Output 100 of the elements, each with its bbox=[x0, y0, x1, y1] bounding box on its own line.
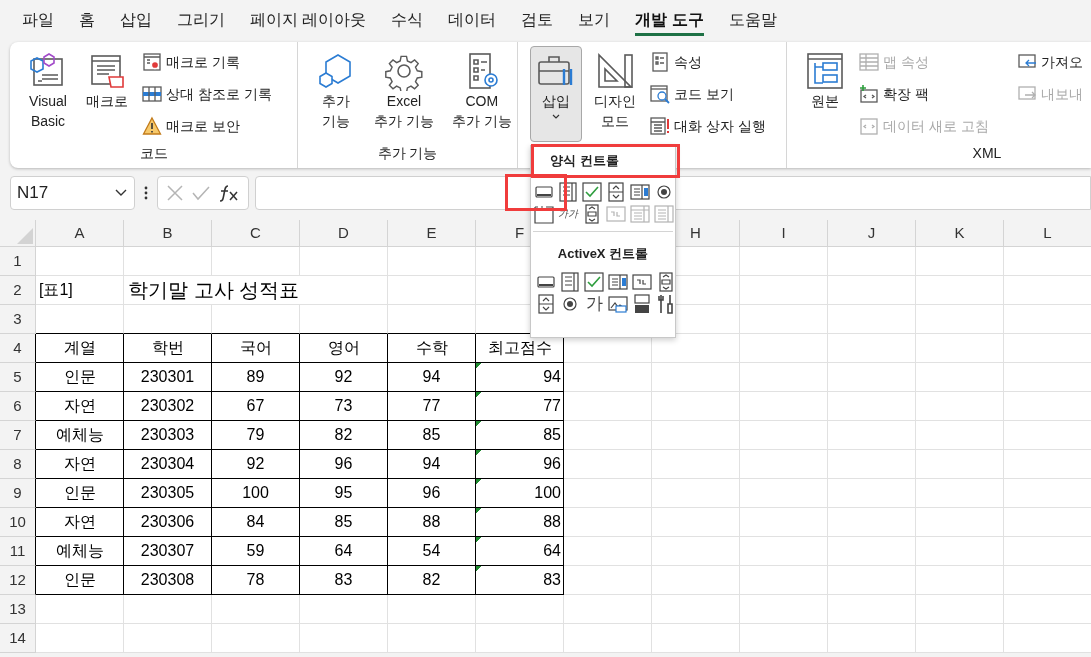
toggle-button-icon[interactable] bbox=[632, 293, 652, 314]
row-header[interactable]: 6 bbox=[0, 392, 36, 421]
ribbon-large-button[interactable]: 추가 기능 bbox=[310, 46, 362, 134]
row-header[interactable]: 1 bbox=[0, 247, 36, 276]
label-cell: [표1] bbox=[36, 276, 124, 305]
column-header[interactable]: L bbox=[1004, 220, 1091, 247]
ribbon-large-button[interactable]: 삽입 bbox=[530, 46, 582, 142]
column-header[interactable]: B bbox=[124, 220, 212, 247]
ribbon-large-button[interactable]: Excel 추가 기능 bbox=[368, 46, 440, 134]
spin-button-icon[interactable] bbox=[536, 293, 556, 314]
row-header[interactable]: 14 bbox=[0, 624, 36, 653]
column-header[interactable]: A bbox=[36, 220, 124, 247]
menu-tab[interactable]: 보기 bbox=[578, 7, 611, 36]
scroll-bar-icon[interactable] bbox=[656, 271, 676, 292]
ribbon-large-button[interactable]: 원본 bbox=[799, 46, 851, 114]
menu-tab[interactable]: 도움말 bbox=[728, 7, 777, 36]
ribbon-small-button[interactable]: 매크로 기록 bbox=[142, 50, 272, 74]
label-control-icon[interactable]: 가 bbox=[585, 295, 603, 312]
menu-tab[interactable]: 데이터 bbox=[448, 7, 497, 36]
function-icon[interactable] bbox=[218, 183, 241, 203]
menu-tab[interactable]: 수식 bbox=[391, 7, 424, 36]
table-cell: 54 bbox=[388, 537, 476, 566]
refresh-data-icon bbox=[859, 116, 879, 136]
row-header[interactable]: 8 bbox=[0, 450, 36, 479]
menu-tab[interactable]: 파일 bbox=[22, 7, 54, 36]
row-header[interactable]: 5 bbox=[0, 363, 36, 392]
row-header[interactable]: 11 bbox=[0, 537, 36, 566]
table-cell: 92 bbox=[300, 363, 388, 392]
expansion-pack-icon bbox=[859, 84, 879, 104]
menu-tab[interactable]: 페이지 레이아웃 bbox=[250, 7, 367, 36]
ribbon-small-button[interactable]: 속성 bbox=[650, 50, 766, 74]
scroll-bar-icon[interactable] bbox=[582, 204, 602, 224]
row-header[interactable]: 3 bbox=[0, 305, 36, 334]
row-header[interactable]: 2 bbox=[0, 276, 36, 305]
menu-tab[interactable]: 삽입 bbox=[120, 7, 152, 36]
sheet-title: 학기말 고사 성적표 bbox=[124, 276, 388, 305]
record-macro-icon bbox=[142, 52, 162, 72]
row-header[interactable]: 4 bbox=[0, 334, 36, 363]
ribbon-small-button[interactable]: 대화 상자 실행 bbox=[650, 114, 766, 138]
column-heading: 수학 bbox=[388, 334, 476, 363]
column-header[interactable]: E bbox=[388, 220, 476, 247]
list-box-icon[interactable] bbox=[608, 271, 628, 292]
text-field-icon[interactable] bbox=[632, 271, 652, 292]
ribbon-small-button[interactable]: 코드 보기 bbox=[650, 82, 766, 106]
table-cell: 77 bbox=[476, 392, 564, 421]
table-cell: 82 bbox=[388, 566, 476, 595]
ribbon-large-button[interactable]: Visual Basic bbox=[22, 46, 74, 134]
column-header[interactable]: C bbox=[212, 220, 300, 247]
table-cell: 예체능 bbox=[36, 537, 124, 566]
combo-box-icon[interactable] bbox=[558, 182, 578, 202]
column-heading: 계열 bbox=[36, 334, 124, 363]
table-cell: 79 bbox=[212, 421, 300, 450]
row-header[interactable]: 7 bbox=[0, 421, 36, 450]
column-header[interactable]: D bbox=[300, 220, 388, 247]
menu-tab[interactable]: 홈 bbox=[79, 7, 95, 36]
column-heading: 국어 bbox=[212, 334, 300, 363]
table-cell: 자연 bbox=[36, 450, 124, 479]
table-cell: 230302 bbox=[124, 392, 212, 421]
column-heading: 학번 bbox=[124, 334, 212, 363]
list-box-icon[interactable] bbox=[630, 182, 650, 202]
row-header[interactable]: 13 bbox=[0, 595, 36, 624]
table-cell: 85 bbox=[388, 421, 476, 450]
table-cell: 95 bbox=[300, 479, 388, 508]
map-properties-icon bbox=[859, 52, 879, 72]
chevron-down-icon bbox=[114, 188, 128, 198]
ribbon-large-button[interactable]: COM 추가 기능 bbox=[445, 46, 518, 134]
table-cell: 78 bbox=[212, 566, 300, 595]
row-header[interactable]: 10 bbox=[0, 508, 36, 537]
table-cell: 85 bbox=[476, 421, 564, 450]
name-box[interactable]: N17 bbox=[10, 176, 135, 210]
tools-icon[interactable] bbox=[656, 293, 676, 314]
check-icon[interactable] bbox=[191, 184, 211, 202]
option-button-icon[interactable] bbox=[654, 182, 674, 202]
ribbon-large-button[interactable]: 디자인 모드 bbox=[588, 46, 642, 134]
column-header[interactable]: K bbox=[916, 220, 1004, 247]
ribbon-small-button[interactable]: 가져오 bbox=[1016, 50, 1083, 74]
menu-tab[interactable]: 그리기 bbox=[177, 7, 225, 36]
table-cell: 96 bbox=[388, 479, 476, 508]
ribbon-small-button[interactable]: 확장 팩 bbox=[859, 82, 989, 106]
column-header[interactable]: I bbox=[740, 220, 828, 247]
spin-button-icon[interactable] bbox=[606, 182, 626, 202]
row-header[interactable]: 12 bbox=[0, 566, 36, 595]
group-box-icon[interactable] bbox=[534, 204, 554, 224]
table-cell: 230304 bbox=[124, 450, 212, 479]
menu-tab[interactable]: 검토 bbox=[521, 7, 554, 36]
image-control-icon[interactable] bbox=[608, 293, 628, 314]
checkbox-control-icon[interactable] bbox=[584, 271, 604, 292]
magnifier-icon bbox=[650, 84, 670, 104]
menu-tab[interactable]: 개발 도구 bbox=[635, 7, 704, 36]
more-icon[interactable] bbox=[143, 185, 149, 201]
ribbon-small-button[interactable]: 매크로 보안 bbox=[142, 114, 272, 138]
table-cell: 73 bbox=[300, 392, 388, 421]
table-cell: 64 bbox=[300, 537, 388, 566]
row-header[interactable]: 9 bbox=[0, 479, 36, 508]
ribbon-large-button[interactable]: 매크로 bbox=[80, 46, 134, 114]
column-header[interactable]: J bbox=[828, 220, 916, 247]
table-cell: 94 bbox=[476, 363, 564, 392]
ribbon-small-button[interactable]: 상대 참조로 기록 bbox=[142, 82, 272, 106]
group-label: 추가 기능 bbox=[377, 144, 438, 163]
checkbox-control-icon[interactable] bbox=[582, 182, 602, 202]
